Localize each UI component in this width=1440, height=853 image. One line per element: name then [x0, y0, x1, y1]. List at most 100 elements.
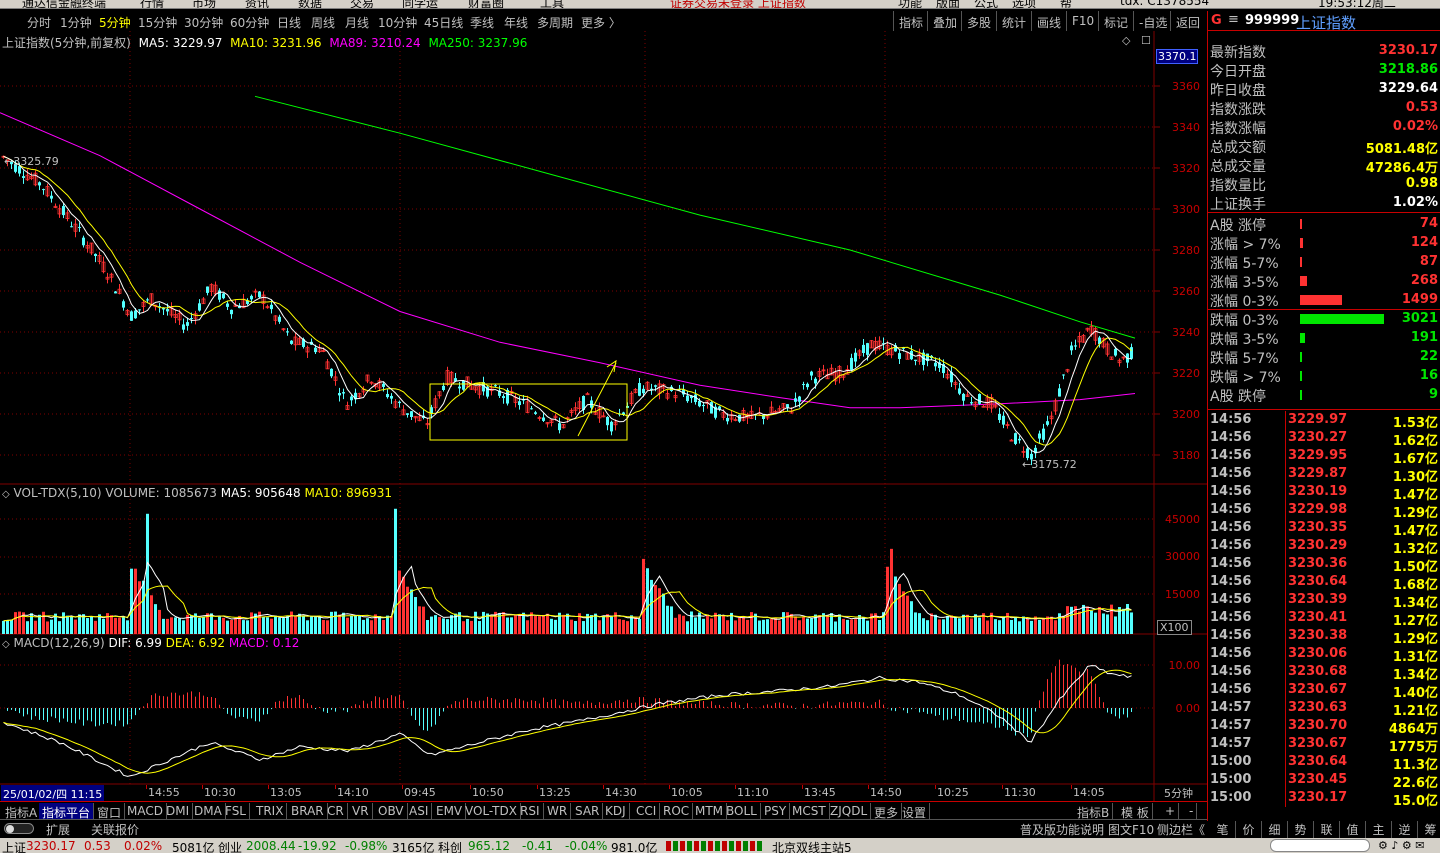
kline-chart-area[interactable] — [0, 31, 1207, 801]
indicator-tab[interactable]: TRIX — [253, 803, 288, 820]
menu-item[interactable]: 功能 — [898, 0, 922, 8]
f10-button[interactable]: F10 — [1066, 11, 1097, 31]
period-10min[interactable]: 10分钟 — [378, 14, 417, 31]
sidebar-toggle-button[interactable]: 侧边栏《 — [1157, 821, 1205, 838]
search-box[interactable] — [1270, 839, 1370, 852]
diamond-icon[interactable]: ◇ — [2, 489, 10, 500]
server-name[interactable]: 北京双线主站5 — [772, 839, 852, 853]
menu-item[interactable]: 选项 — [1012, 0, 1036, 8]
menu-item[interactable]: 版面 — [936, 0, 960, 8]
menu-item[interactable]: 资讯 — [245, 0, 269, 8]
panel-tab[interactable]: 主 — [1366, 821, 1392, 838]
indicator-tab[interactable]: PSY — [761, 803, 791, 820]
indicator-tab[interactable]: 指标平台 — [39, 803, 95, 820]
tray-icons[interactable]: ⚙ ♪ ⚙ ✉ — [1378, 839, 1424, 852]
macd-title[interactable]: MACD(12,26,9) — [14, 636, 105, 650]
indicator-tab[interactable]: KDJ — [602, 803, 630, 820]
indicator-tab[interactable]: 设置 — [899, 803, 931, 820]
indicator-tab[interactable]: DMA — [191, 803, 226, 820]
period-1min[interactable]: 1分钟 — [60, 14, 92, 31]
cy-label[interactable]: 创业 — [218, 839, 242, 853]
period-week[interactable]: 周线 — [311, 14, 335, 31]
menu-item[interactable]: 公式 — [974, 0, 998, 8]
back-button[interactable]: 返回 — [1170, 11, 1203, 31]
indicator-tab[interactable]: ASI — [406, 803, 433, 820]
kc-label[interactable]: 科创 — [438, 839, 462, 853]
indicator-tab[interactable]: RSI — [517, 803, 544, 820]
sh-label[interactable]: 上证 — [2, 839, 26, 853]
period-more[interactable]: 更多 〉 — [581, 14, 621, 31]
period-multi[interactable]: 多周期 — [537, 14, 573, 31]
menu-item[interactable]: 行情 — [140, 0, 164, 8]
indicator-right-button[interactable]: - — [1186, 803, 1198, 820]
menu-item[interactable]: 交易 — [350, 0, 374, 8]
indicator-tab[interactable]: DMI — [163, 803, 194, 820]
checkbox-icon[interactable]: ☐ — [1141, 34, 1151, 47]
volume-bar — [838, 614, 841, 634]
indicator-tab[interactable]: VR — [349, 803, 373, 820]
period-quarter[interactable]: 季线 — [470, 14, 494, 31]
period-5min[interactable]: 5分钟 — [99, 14, 131, 31]
panel-tab[interactable]: 笔 — [1210, 821, 1236, 838]
draw-line-button[interactable]: 画线 — [1031, 11, 1064, 31]
panel-tab[interactable]: 筹 — [1418, 821, 1440, 838]
indicator-tab[interactable]: BOLL — [723, 803, 761, 820]
panel-tab[interactable]: 逆 — [1392, 821, 1418, 838]
indicator-tab[interactable]: 更多 — [871, 803, 903, 820]
indicator-tab[interactable]: 窗口 — [94, 803, 126, 820]
expand-button[interactable]: 扩展 — [46, 821, 70, 838]
panel-tab[interactable]: 联 — [1314, 821, 1340, 838]
related-quote-button[interactable]: 关联报价 — [91, 821, 139, 838]
panel-tab[interactable]: 值 — [1340, 821, 1366, 838]
menu-item[interactable]: 同学运 — [402, 0, 438, 8]
period-60min[interactable]: 60分钟 — [230, 14, 269, 31]
indicator-tab[interactable]: MCST — [789, 803, 830, 820]
remove-watchlist-button[interactable]: -自选 — [1133, 11, 1170, 31]
panel-tab[interactable]: 价 — [1236, 821, 1262, 838]
menu-item[interactable]: 通达信金融终端 — [22, 0, 106, 8]
vol-title[interactable]: VOL-TDX(5,10) — [14, 486, 102, 500]
indicator-tab[interactable]: ROC — [660, 803, 694, 820]
mark-button[interactable]: 标记 — [1098, 11, 1131, 31]
menu-item[interactable]: 市场 — [192, 0, 216, 8]
menu-item[interactable]: 数据 — [298, 0, 322, 8]
period-day[interactable]: 日线 — [277, 14, 301, 31]
period-fenshi[interactable]: 分时 — [27, 14, 51, 31]
indicator-tab[interactable]: MTM — [692, 803, 728, 820]
indicator-tab[interactable]: ZJQDL — [827, 803, 872, 820]
period-30min[interactable]: 30分钟 — [184, 14, 223, 31]
panel-tab[interactable]: 势 — [1288, 821, 1314, 838]
indicator-right-button[interactable]: 模 板 — [1118, 803, 1153, 820]
overlay-button[interactable]: 叠加 — [927, 11, 960, 31]
indicator-tab[interactable]: OBV — [375, 803, 408, 820]
indicator-button[interactable]: 指标 — [893, 11, 926, 31]
indicator-tab[interactable]: WR — [544, 803, 572, 820]
period-month[interactable]: 月线 — [345, 14, 369, 31]
indicator-tab[interactable]: VOL-TDX — [462, 803, 521, 820]
indicator-tab[interactable]: SAR — [572, 803, 604, 820]
login-notice[interactable]: 证券交易未登录 上证指数 — [670, 0, 806, 8]
period-45day[interactable]: 45日线 — [424, 14, 463, 31]
diamond-icon[interactable]: ◇ — [1122, 34, 1130, 47]
f10-text-button[interactable]: 图文F10 — [1108, 821, 1154, 838]
indicator-right-button[interactable]: 指标B — [1074, 803, 1114, 820]
menu-item[interactable]: 工具 — [540, 0, 564, 8]
indicator-tab[interactable]: MACD — [124, 803, 167, 820]
menu-item[interactable]: 帮 — [1060, 0, 1072, 8]
diamond-icon[interactable]: ◇ — [2, 639, 10, 650]
volume-bar — [6, 619, 9, 634]
menu-icon[interactable]: ≡ — [1228, 12, 1239, 27]
period-15min[interactable]: 15分钟 — [138, 14, 177, 31]
menu-item[interactable]: 财富圈 — [468, 0, 504, 8]
multi-stock-button[interactable]: 多股 — [961, 11, 994, 31]
stats-button[interactable]: 统计 — [996, 11, 1029, 31]
indicator-tab[interactable]: BRAR — [288, 803, 328, 820]
indicator-tab[interactable]: 指标A — [2, 803, 42, 820]
indicator-tab[interactable]: FSL — [222, 803, 250, 820]
version-info-link[interactable]: 普及版功能说明 — [1020, 821, 1104, 838]
indicator-right-button[interactable]: + — [1162, 803, 1180, 820]
period-year[interactable]: 年线 — [504, 14, 528, 31]
indicator-tab[interactable]: CCI — [633, 803, 661, 820]
indicator-tab[interactable]: CR — [324, 803, 348, 820]
panel-tab[interactable]: 细 — [1262, 821, 1288, 838]
